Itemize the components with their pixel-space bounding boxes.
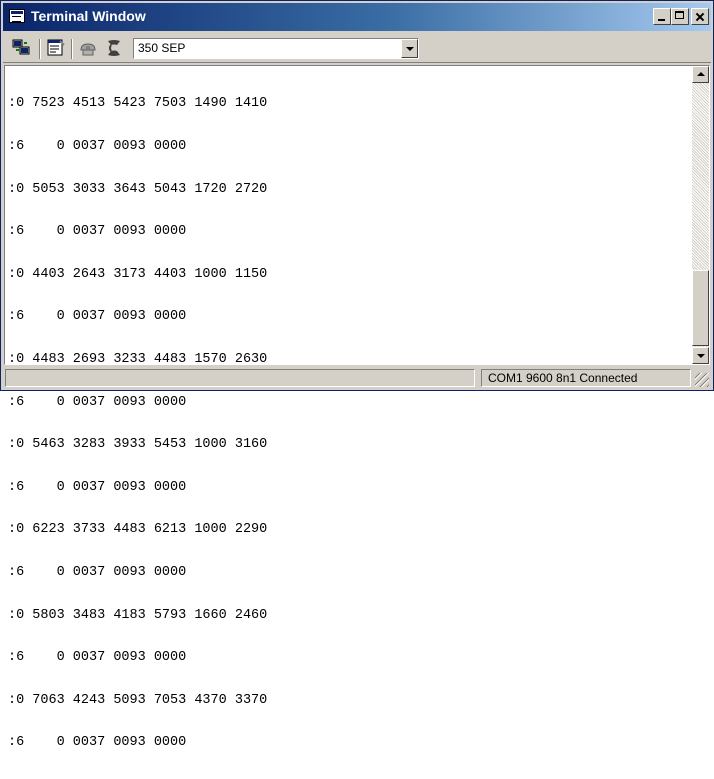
title-bar[interactable]: Terminal Window: [3, 3, 711, 31]
phone-icon: [80, 43, 96, 56]
device-select-value: 350 SEP: [138, 41, 186, 55]
terminal-line: :0 5463 3283 3933 5453 1000 3160: [8, 437, 268, 453]
window-title: Terminal Window: [31, 8, 146, 24]
resize-grip-icon[interactable]: [695, 373, 709, 387]
terminal-line: :0 4483 2693 3233 4483 1570 2630: [8, 351, 268, 367]
status-pane-main: [5, 369, 475, 387]
terminal-line: :0 5053 3033 3643 5043 1720 2720: [8, 181, 268, 197]
scrollbar-thumb[interactable]: [692, 270, 709, 346]
terminal-line: :6 0 0037 0093 0000: [8, 309, 187, 325]
connection-status: COM1 9600 8n1 Connected: [481, 369, 691, 387]
connect-icon: [12, 39, 30, 55]
toolbar-separator: [39, 39, 41, 59]
terminal-line: :0 7063 4243 5093 7053 4370 3370: [8, 692, 268, 708]
terminal-line: :0 5803 3483 4183 5793 1660 2460: [8, 607, 268, 623]
scroll-up-arrow-icon[interactable]: [692, 66, 709, 83]
toolbar-separator: [71, 39, 73, 59]
terminal-output[interactable]: :0 7523 4513 5423 7503 1490 1410 :6 0 00…: [4, 65, 710, 750]
toolbar: 350 SEP: [3, 33, 711, 63]
terminal-line: :6 0 0037 0093 0000: [8, 735, 187, 751]
terminal-line: :6 0 0037 0093 0000: [8, 479, 187, 495]
connect-button[interactable]: [11, 38, 33, 58]
terminal-app-icon[interactable]: [9, 9, 25, 23]
phone-button[interactable]: [77, 38, 99, 58]
dial-button[interactable]: [103, 38, 125, 58]
terminal-line: :6 0 0037 0093 0000: [8, 139, 187, 154]
status-bar: COM1 9600 8n1 Connected: [3, 367, 711, 389]
terminal-line: :0 7523 4513 5423 7503 1490 1410: [8, 96, 268, 112]
device-select[interactable]: 350 SEP: [133, 38, 419, 59]
terminal-window: Terminal Window 350 SEP:0 7523 4513 542…: [0, 0, 714, 750]
properties-icon: [47, 39, 65, 56]
terminal-line: :0 6223 3733 4483 6213 1000 2290: [8, 522, 268, 538]
terminal-line: :0 4403 2643 3173 4403 1000 1150: [8, 266, 268, 282]
properties-button[interactable]: [45, 38, 67, 58]
scroll-down-arrow-icon[interactable]: [692, 347, 709, 364]
dial-icon: [108, 40, 120, 56]
dropdown-arrow-icon[interactable]: [401, 39, 418, 58]
maximize-button[interactable]: [671, 8, 689, 25]
vertical-scrollbar[interactable]: [692, 66, 709, 364]
terminal-line: :6 0 0037 0093 0000: [8, 394, 187, 410]
terminal-line: :6 0 0037 0093 0000: [8, 564, 187, 580]
terminal-line: :6 0 0037 0093 0000: [8, 224, 187, 240]
minimize-button[interactable]: [653, 8, 671, 25]
terminal-line: :6 0 0037 0093 0000: [8, 650, 187, 666]
terminal-lines: :0 7523 4513 5423 7503 1490 1410 :6 0 00…: [8, 69, 688, 779]
close-button[interactable]: [691, 8, 709, 25]
